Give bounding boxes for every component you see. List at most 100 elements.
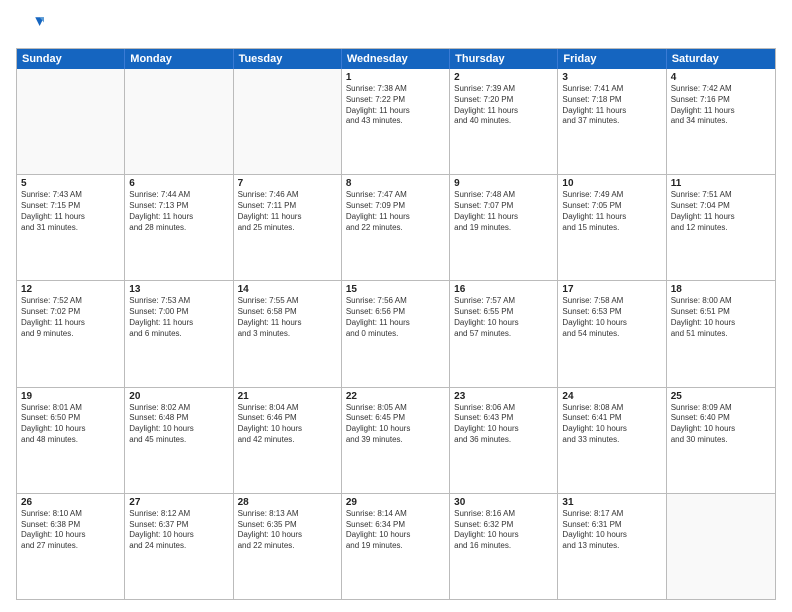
day-cell-25: 25Sunrise: 8:09 AM Sunset: 6:40 PM Dayli… bbox=[667, 388, 775, 493]
day-number: 21 bbox=[238, 391, 337, 402]
calendar-header: SundayMondayTuesdayWednesdayThursdayFrid… bbox=[17, 49, 775, 69]
calendar-body: 1Sunrise: 7:38 AM Sunset: 7:22 PM Daylig… bbox=[17, 69, 775, 599]
day-cell-4: 4Sunrise: 7:42 AM Sunset: 7:16 PM Daylig… bbox=[667, 69, 775, 174]
day-info: Sunrise: 7:51 AM Sunset: 7:04 PM Dayligh… bbox=[671, 190, 771, 233]
day-number: 14 bbox=[238, 284, 337, 295]
day-number: 10 bbox=[562, 178, 661, 189]
day-info: Sunrise: 7:58 AM Sunset: 6:53 PM Dayligh… bbox=[562, 296, 661, 339]
day-number: 1 bbox=[346, 72, 445, 83]
calendar-week-3: 12Sunrise: 7:52 AM Sunset: 7:02 PM Dayli… bbox=[17, 280, 775, 386]
day-cell-5: 5Sunrise: 7:43 AM Sunset: 7:15 PM Daylig… bbox=[17, 175, 125, 280]
day-info: Sunrise: 8:13 AM Sunset: 6:35 PM Dayligh… bbox=[238, 509, 337, 552]
day-number: 15 bbox=[346, 284, 445, 295]
day-number: 30 bbox=[454, 497, 553, 508]
day-info: Sunrise: 8:02 AM Sunset: 6:48 PM Dayligh… bbox=[129, 403, 228, 446]
day-cell-19: 19Sunrise: 8:01 AM Sunset: 6:50 PM Dayli… bbox=[17, 388, 125, 493]
day-cell-15: 15Sunrise: 7:56 AM Sunset: 6:56 PM Dayli… bbox=[342, 281, 450, 386]
day-cell-23: 23Sunrise: 8:06 AM Sunset: 6:43 PM Dayli… bbox=[450, 388, 558, 493]
day-cell-29: 29Sunrise: 8:14 AM Sunset: 6:34 PM Dayli… bbox=[342, 494, 450, 599]
day-number: 11 bbox=[671, 178, 771, 189]
day-number: 13 bbox=[129, 284, 228, 295]
header-day-sunday: Sunday bbox=[17, 49, 125, 69]
day-number: 25 bbox=[671, 391, 771, 402]
day-cell-12: 12Sunrise: 7:52 AM Sunset: 7:02 PM Dayli… bbox=[17, 281, 125, 386]
day-cell-10: 10Sunrise: 7:49 AM Sunset: 7:05 PM Dayli… bbox=[558, 175, 666, 280]
logo bbox=[16, 12, 48, 40]
empty-cell bbox=[667, 494, 775, 599]
day-info: Sunrise: 7:41 AM Sunset: 7:18 PM Dayligh… bbox=[562, 84, 661, 127]
day-info: Sunrise: 7:38 AM Sunset: 7:22 PM Dayligh… bbox=[346, 84, 445, 127]
day-info: Sunrise: 7:46 AM Sunset: 7:11 PM Dayligh… bbox=[238, 190, 337, 233]
day-info: Sunrise: 7:44 AM Sunset: 7:13 PM Dayligh… bbox=[129, 190, 228, 233]
day-number: 9 bbox=[454, 178, 553, 189]
day-cell-30: 30Sunrise: 8:16 AM Sunset: 6:32 PM Dayli… bbox=[450, 494, 558, 599]
day-number: 2 bbox=[454, 72, 553, 83]
header-day-tuesday: Tuesday bbox=[234, 49, 342, 69]
day-cell-16: 16Sunrise: 7:57 AM Sunset: 6:55 PM Dayli… bbox=[450, 281, 558, 386]
day-number: 5 bbox=[21, 178, 120, 189]
day-info: Sunrise: 7:39 AM Sunset: 7:20 PM Dayligh… bbox=[454, 84, 553, 127]
day-number: 26 bbox=[21, 497, 120, 508]
header bbox=[16, 12, 776, 40]
day-cell-24: 24Sunrise: 8:08 AM Sunset: 6:41 PM Dayli… bbox=[558, 388, 666, 493]
day-info: Sunrise: 8:10 AM Sunset: 6:38 PM Dayligh… bbox=[21, 509, 120, 552]
day-info: Sunrise: 8:00 AM Sunset: 6:51 PM Dayligh… bbox=[671, 296, 771, 339]
empty-cell bbox=[125, 69, 233, 174]
day-info: Sunrise: 8:06 AM Sunset: 6:43 PM Dayligh… bbox=[454, 403, 553, 446]
day-cell-22: 22Sunrise: 8:05 AM Sunset: 6:45 PM Dayli… bbox=[342, 388, 450, 493]
day-number: 4 bbox=[671, 72, 771, 83]
calendar-week-1: 1Sunrise: 7:38 AM Sunset: 7:22 PM Daylig… bbox=[17, 69, 775, 174]
calendar-week-4: 19Sunrise: 8:01 AM Sunset: 6:50 PM Dayli… bbox=[17, 387, 775, 493]
day-cell-17: 17Sunrise: 7:58 AM Sunset: 6:53 PM Dayli… bbox=[558, 281, 666, 386]
logo-icon bbox=[16, 12, 44, 40]
day-number: 24 bbox=[562, 391, 661, 402]
day-info: Sunrise: 7:52 AM Sunset: 7:02 PM Dayligh… bbox=[21, 296, 120, 339]
day-number: 19 bbox=[21, 391, 120, 402]
header-day-saturday: Saturday bbox=[667, 49, 775, 69]
day-number: 8 bbox=[346, 178, 445, 189]
day-number: 27 bbox=[129, 497, 228, 508]
day-number: 31 bbox=[562, 497, 661, 508]
day-cell-6: 6Sunrise: 7:44 AM Sunset: 7:13 PM Daylig… bbox=[125, 175, 233, 280]
day-info: Sunrise: 7:57 AM Sunset: 6:55 PM Dayligh… bbox=[454, 296, 553, 339]
day-info: Sunrise: 8:08 AM Sunset: 6:41 PM Dayligh… bbox=[562, 403, 661, 446]
day-number: 17 bbox=[562, 284, 661, 295]
day-info: Sunrise: 7:55 AM Sunset: 6:58 PM Dayligh… bbox=[238, 296, 337, 339]
day-cell-20: 20Sunrise: 8:02 AM Sunset: 6:48 PM Dayli… bbox=[125, 388, 233, 493]
day-info: Sunrise: 8:04 AM Sunset: 6:46 PM Dayligh… bbox=[238, 403, 337, 446]
day-number: 20 bbox=[129, 391, 228, 402]
day-number: 3 bbox=[562, 72, 661, 83]
day-cell-26: 26Sunrise: 8:10 AM Sunset: 6:38 PM Dayli… bbox=[17, 494, 125, 599]
day-info: Sunrise: 8:16 AM Sunset: 6:32 PM Dayligh… bbox=[454, 509, 553, 552]
day-number: 28 bbox=[238, 497, 337, 508]
day-number: 18 bbox=[671, 284, 771, 295]
day-info: Sunrise: 8:14 AM Sunset: 6:34 PM Dayligh… bbox=[346, 509, 445, 552]
calendar: SundayMondayTuesdayWednesdayThursdayFrid… bbox=[16, 48, 776, 600]
header-day-thursday: Thursday bbox=[450, 49, 558, 69]
day-cell-31: 31Sunrise: 8:17 AM Sunset: 6:31 PM Dayli… bbox=[558, 494, 666, 599]
empty-cell bbox=[17, 69, 125, 174]
day-info: Sunrise: 7:56 AM Sunset: 6:56 PM Dayligh… bbox=[346, 296, 445, 339]
day-cell-18: 18Sunrise: 8:00 AM Sunset: 6:51 PM Dayli… bbox=[667, 281, 775, 386]
calendar-week-2: 5Sunrise: 7:43 AM Sunset: 7:15 PM Daylig… bbox=[17, 174, 775, 280]
day-info: Sunrise: 8:05 AM Sunset: 6:45 PM Dayligh… bbox=[346, 403, 445, 446]
day-cell-11: 11Sunrise: 7:51 AM Sunset: 7:04 PM Dayli… bbox=[667, 175, 775, 280]
day-info: Sunrise: 8:01 AM Sunset: 6:50 PM Dayligh… bbox=[21, 403, 120, 446]
day-cell-21: 21Sunrise: 8:04 AM Sunset: 6:46 PM Dayli… bbox=[234, 388, 342, 493]
day-cell-13: 13Sunrise: 7:53 AM Sunset: 7:00 PM Dayli… bbox=[125, 281, 233, 386]
day-info: Sunrise: 7:43 AM Sunset: 7:15 PM Dayligh… bbox=[21, 190, 120, 233]
day-info: Sunrise: 7:47 AM Sunset: 7:09 PM Dayligh… bbox=[346, 190, 445, 233]
day-cell-2: 2Sunrise: 7:39 AM Sunset: 7:20 PM Daylig… bbox=[450, 69, 558, 174]
day-cell-9: 9Sunrise: 7:48 AM Sunset: 7:07 PM Daylig… bbox=[450, 175, 558, 280]
day-number: 29 bbox=[346, 497, 445, 508]
day-cell-27: 27Sunrise: 8:12 AM Sunset: 6:37 PM Dayli… bbox=[125, 494, 233, 599]
day-number: 12 bbox=[21, 284, 120, 295]
day-cell-3: 3Sunrise: 7:41 AM Sunset: 7:18 PM Daylig… bbox=[558, 69, 666, 174]
day-cell-28: 28Sunrise: 8:13 AM Sunset: 6:35 PM Dayli… bbox=[234, 494, 342, 599]
empty-cell bbox=[234, 69, 342, 174]
header-day-friday: Friday bbox=[558, 49, 666, 69]
day-info: Sunrise: 7:49 AM Sunset: 7:05 PM Dayligh… bbox=[562, 190, 661, 233]
day-cell-8: 8Sunrise: 7:47 AM Sunset: 7:09 PM Daylig… bbox=[342, 175, 450, 280]
day-number: 16 bbox=[454, 284, 553, 295]
day-info: Sunrise: 7:48 AM Sunset: 7:07 PM Dayligh… bbox=[454, 190, 553, 233]
